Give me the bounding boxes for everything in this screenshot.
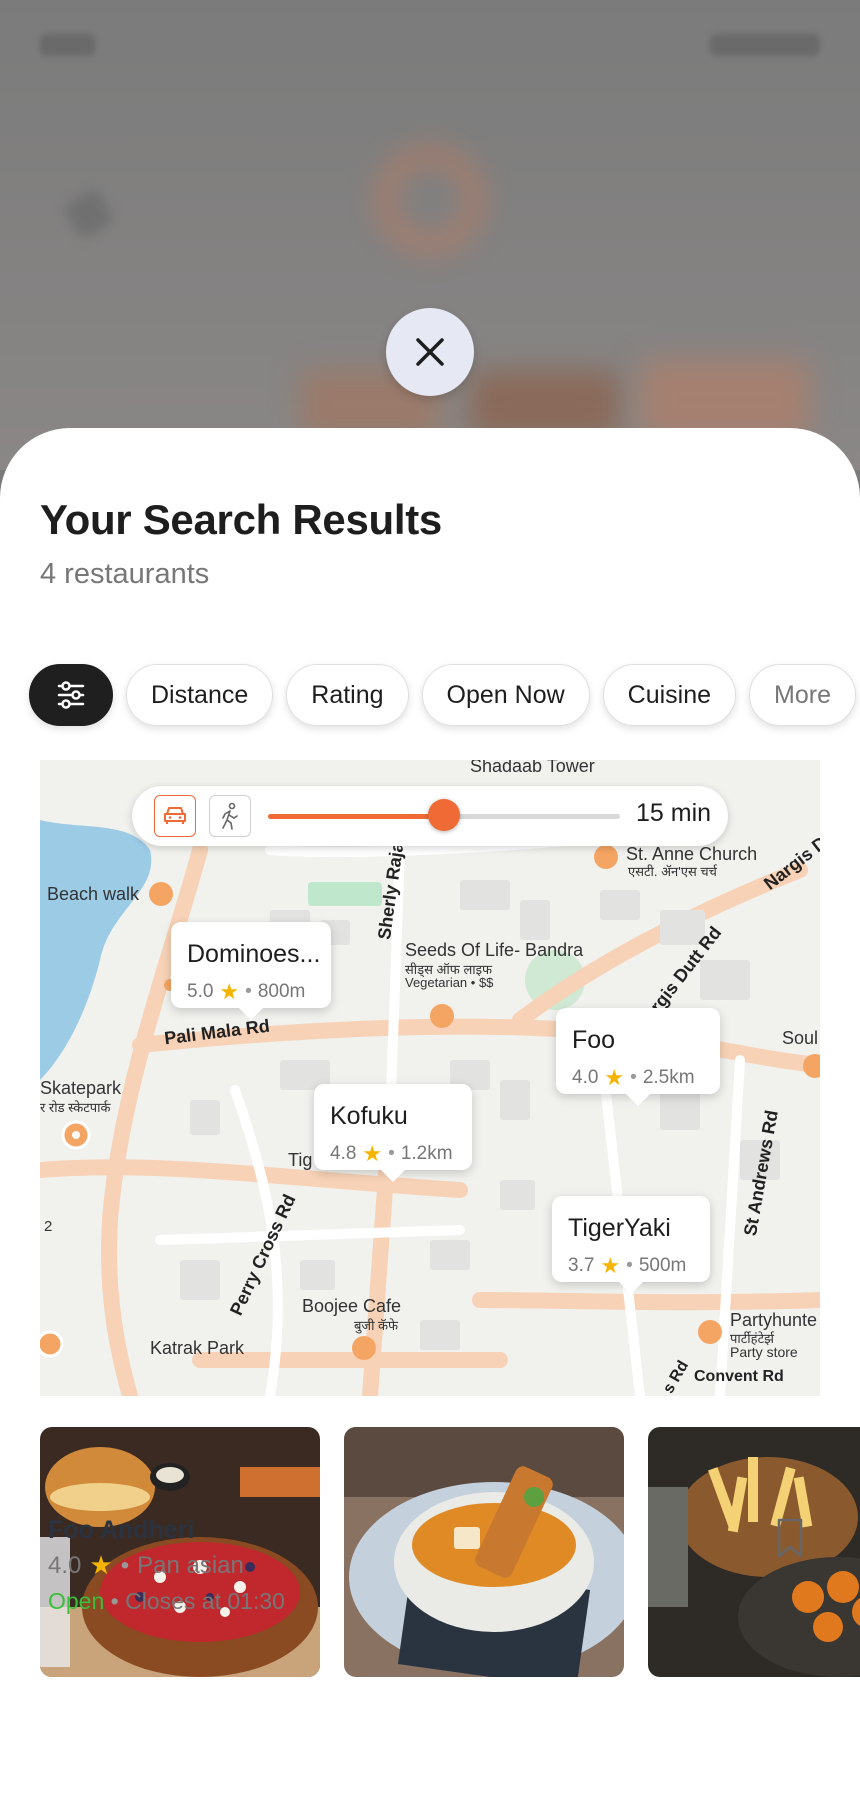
walk-mode-button[interactable] [209,795,251,837]
restaurant-name[interactable]: Foo Andheri [48,1516,194,1545]
close-icon [416,338,444,366]
pin-rating: 3.7 [568,1255,595,1276]
search-results-sheet: Your Search Results 4 restaurants Distan… [0,428,860,1800]
walk-icon [222,802,238,830]
pin-name: Foo [572,1026,616,1054]
food-photo[interactable] [648,1427,860,1677]
logo [380,150,480,250]
map-label-skatepark: Skatepark [40,1078,122,1098]
pin-name: TigerYaki [568,1214,671,1242]
separator-dot: • [245,981,252,1002]
separator-dot: • [626,1255,633,1276]
map-label-st-anne-hi: एसटी. ॲन'एस चर्च [628,864,717,879]
food-photo-image [344,1427,624,1677]
results-count: 4 restaurants [40,558,210,590]
map-label-party-store: Party store [730,1344,798,1360]
star-icon: ★ [89,1550,113,1580]
closing-time: Closes at 01:30 [125,1588,285,1614]
pin-meta: 5.0 ★ • 800m [187,979,315,1005]
status-bar-icons [710,34,820,56]
map-pin-card[interactable]: Dominoes... 5.0 ★ • 800m [171,922,331,1020]
restaurant-rating: 4.0 [48,1551,82,1579]
map-label-boojee: Boojee Cafe [302,1296,402,1316]
pin-distance: 800m [257,981,306,1002]
pin-name: Dominoes... [187,940,321,968]
time-slider-handle[interactable] [428,799,460,831]
pin-distance: 500m [638,1255,687,1276]
pin-meta: 4.0 ★ • 2.5km [572,1065,704,1091]
star-icon: ★ [600,1253,621,1278]
close-button[interactable] [386,308,474,396]
star-icon: ★ [362,1141,383,1166]
map-view[interactable]: Shadaab Tower St. Anne Church एसटी. ॲन'ए… [40,760,820,1396]
map-label-boojee-hi: बुजी कॅफे [354,1318,399,1333]
separator-dot: • [120,1551,130,1579]
map-pin-card[interactable]: Kofuku 4.8 ★ • 1.2km [314,1084,472,1182]
chip-rating[interactable]: Rating [286,664,409,726]
pin-name: Kofuku [330,1102,408,1130]
food-photo[interactable] [344,1427,624,1677]
travel-time-control: 15 min [132,786,728,846]
page-title: Your Search Results [40,496,442,543]
map-label-seeds-sub: Vegetarian • $$ [405,975,494,990]
filter-button[interactable] [29,664,113,726]
map-pin-card[interactable]: Foo 4.0 ★ • 2.5km [556,1008,720,1106]
map-label-beach-walk: Beach walk [47,884,140,904]
restaurant-meta: 4.0 ★ • Pan asian [48,1550,244,1581]
edit-icon [63,188,115,240]
restaurant-cuisine: Pan asian [137,1551,244,1579]
filter-chips: Distance Rating Open Now Cuisine More [29,664,856,726]
chip-open-now[interactable]: Open Now [421,664,590,726]
map-label-seeds: Seeds Of Life- Bandra [405,940,584,960]
food-photo-image [648,1427,860,1677]
pin-rating: 5.0 [187,981,214,1002]
pin-distance: 1.2km [400,1143,453,1164]
background-app [0,0,860,470]
chip-cuisine[interactable]: Cuisine [602,664,737,726]
map-label-skatepark-hi: र रोड स्केटपार्क [40,1100,111,1115]
map-label-shadaab: Shadaab Tower [470,760,595,776]
map-label-partyhunter: Partyhunte [730,1310,818,1330]
pin-meta: 3.7 ★ • 500m [568,1253,694,1279]
chip-more[interactable]: More [749,664,856,726]
star-icon: ★ [219,979,240,1004]
sliders-icon [57,681,85,709]
status-bar-time [40,34,95,56]
separator-dot: • [110,1588,119,1614]
travel-time-label: 15 min [636,799,712,827]
pin-rating: 4.8 [330,1143,357,1164]
open-status: Open [48,1588,105,1614]
time-slider-fill [268,814,444,819]
map-label-convent: Convent Rd [694,1368,784,1385]
map-label-katrak: Katrak Park [150,1338,245,1358]
map-label-soul: Soul [782,1028,819,1048]
separator-dot: • [388,1143,395,1164]
separator-dot: • [630,1067,637,1088]
map-label-tig: Tig [288,1150,313,1170]
bookmark-button[interactable] [770,1516,810,1560]
pin-meta: 4.8 ★ • 1.2km [330,1141,456,1167]
star-icon: ★ [604,1065,625,1090]
map-pin-card[interactable]: TigerYaki 3.7 ★ • 500m [552,1196,710,1294]
car-mode-button[interactable] [154,795,196,837]
pin-distance: 2.5km [642,1067,695,1088]
bookmark-icon [777,1518,803,1558]
restaurant-status: Open • Closes at 01:30 [48,1588,285,1615]
car-icon [164,807,186,824]
pin-rating: 4.0 [572,1067,599,1088]
chip-distance[interactable]: Distance [126,664,274,726]
map-label-two: 2 [44,1218,53,1235]
